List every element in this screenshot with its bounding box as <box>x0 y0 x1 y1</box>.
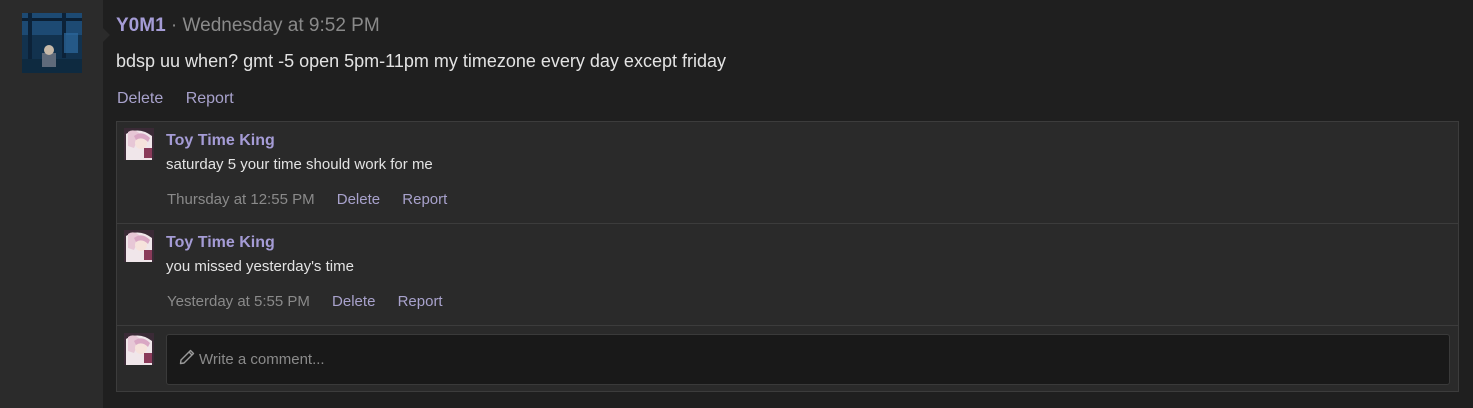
avatar <box>124 333 154 365</box>
avatar[interactable] <box>124 230 154 262</box>
post-body: Y0M1 · Wednesday at 9:52 PM bdsp uu when… <box>103 0 1473 408</box>
post-message: bdsp uu when? gmt -5 open 5pm-11pm my ti… <box>116 51 726 71</box>
report-button[interactable]: Report <box>186 90 234 107</box>
profile-post: Y0M1 · Wednesday at 9:52 PM bdsp uu when… <box>0 0 1473 408</box>
post-timestamp[interactable]: Wednesday at 9:52 PM <box>183 15 380 36</box>
comment-item: Toy Time King saturday 5 your time shoul… <box>117 122 1458 224</box>
comment-timestamp[interactable]: Thursday at 12:55 PM <box>167 191 315 208</box>
avatar-image <box>124 230 154 262</box>
comment-composer: Write a comment... <box>117 326 1458 392</box>
delete-button[interactable]: Delete <box>332 293 375 310</box>
avatar[interactable] <box>22 13 82 73</box>
avatar-image <box>124 128 154 160</box>
post-header: Y0M1 · Wednesday at 9:52 PM <box>116 15 380 37</box>
report-button[interactable]: Report <box>398 293 443 310</box>
post-username[interactable]: Y0M1 <box>116 15 166 36</box>
comment-input[interactable]: Write a comment... <box>166 334 1450 385</box>
post-avatar-column <box>0 0 110 408</box>
comment-text: saturday 5 your time should work for me <box>166 156 433 173</box>
delete-button[interactable]: Delete <box>337 191 380 208</box>
report-button[interactable]: Report <box>402 191 447 208</box>
comment-placeholder: Write a comment... <box>199 351 325 368</box>
delete-button[interactable]: Delete <box>117 90 163 107</box>
post-actions: Delete Report <box>117 90 252 108</box>
comment-username[interactable]: Toy Time King <box>166 132 275 150</box>
comment-text: you missed yesterday's time <box>166 258 354 275</box>
avatar-image <box>22 13 82 73</box>
header-separator: · <box>165 15 183 36</box>
pencil-icon <box>179 349 195 370</box>
comment-timestamp[interactable]: Yesterday at 5:55 PM <box>167 293 310 310</box>
comment-meta: Thursday at 12:55 PM Delete Report <box>167 191 447 208</box>
comment-meta: Yesterday at 5:55 PM Delete Report <box>167 293 443 310</box>
comment-username[interactable]: Toy Time King <box>166 234 275 252</box>
avatar[interactable] <box>124 128 154 160</box>
comments-list: Toy Time King saturday 5 your time shoul… <box>116 121 1459 392</box>
avatar-image <box>124 333 154 365</box>
comment-item: Toy Time King you missed yesterday's tim… <box>117 224 1458 326</box>
